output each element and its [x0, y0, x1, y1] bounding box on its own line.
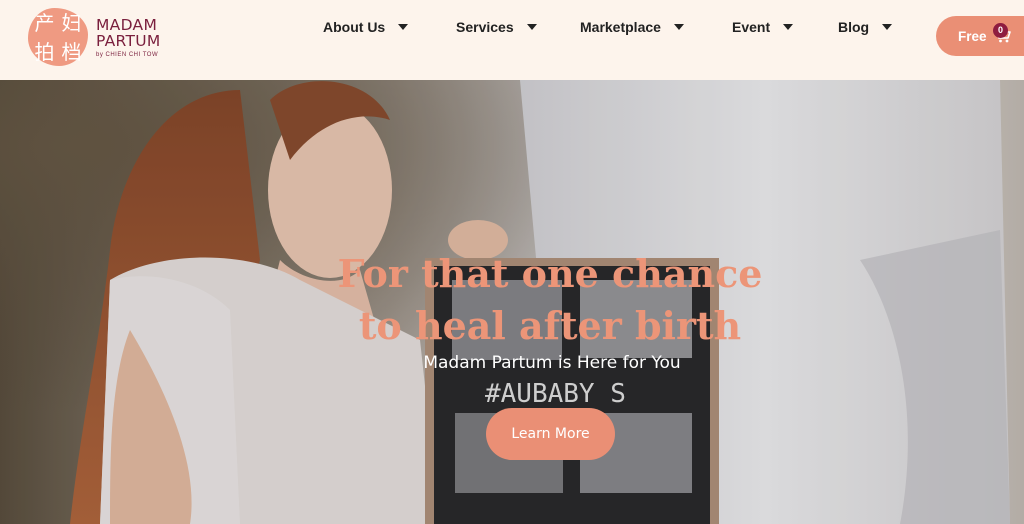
nav-item-services[interactable]: Services — [456, 19, 537, 35]
main-nav: About Us Services Marketplace Event Blog — [0, 19, 1024, 39]
hero-banner: #AUBABY S For that one chance to heal af… — [0, 80, 1024, 524]
chevron-down-icon — [783, 24, 794, 30]
nav-item-label: About Us — [323, 19, 386, 35]
nav-item-about-us[interactable]: About Us — [323, 19, 409, 35]
hero-title-line1: For that one chance — [337, 251, 763, 296]
nav-item-event[interactable]: Event — [732, 19, 794, 35]
nav-item-label: Services — [456, 19, 514, 35]
nav-item-label: Blog — [838, 19, 870, 35]
learn-more-button[interactable]: Learn More — [486, 408, 615, 460]
cart-label: Free — [958, 28, 987, 44]
logo-char: 拍 — [34, 40, 55, 64]
logo-char: 档 — [61, 40, 82, 64]
hero-subtitle: Madam Partum is Here for You — [423, 353, 681, 373]
cart-button[interactable]: Free — [936, 16, 1024, 56]
chevron-down-icon — [526, 24, 537, 30]
cart-count-badge: 0 — [993, 23, 1008, 38]
chevron-down-icon — [673, 24, 684, 30]
chevron-down-icon — [882, 24, 893, 30]
chevron-down-icon — [398, 24, 409, 30]
nav-item-marketplace[interactable]: Marketplace — [580, 19, 684, 35]
site-header: 产 妇 拍 档 MADAM PARTUM by CHIEN CHI TOW Ab… — [0, 0, 1024, 80]
nav-item-label: Event — [732, 19, 771, 35]
nav-item-blog[interactable]: Blog — [838, 19, 893, 35]
nav-item-label: Marketplace — [580, 19, 661, 35]
hero-title-line2: to heal after birth — [358, 303, 742, 348]
brand-byline: by CHIEN CHI TOW — [96, 51, 159, 58]
